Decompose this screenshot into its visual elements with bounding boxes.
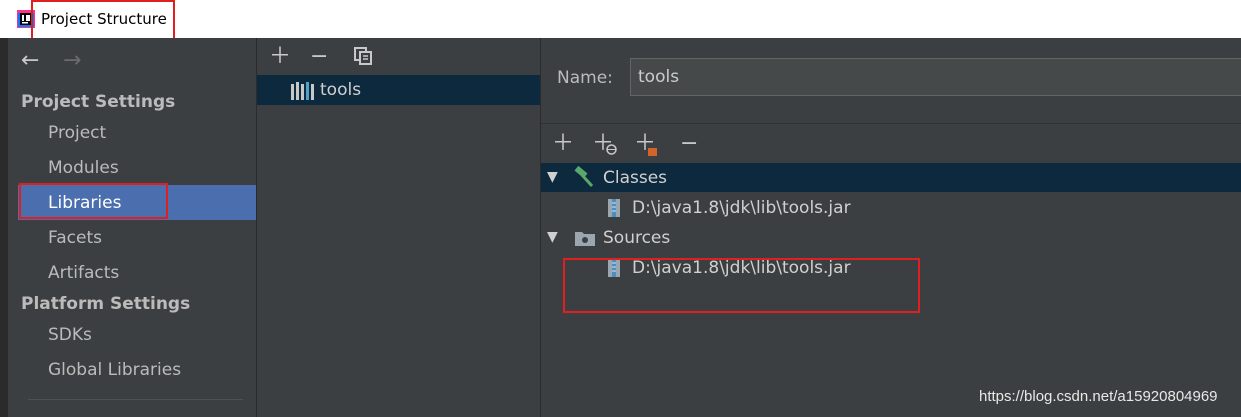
title-highlight-box (31, 0, 175, 43)
classes-expand-toggle-icon[interactable]: ▼ (547, 169, 558, 185)
title-bar: Project Structure (0, 0, 1241, 38)
libraries-highlight-box (19, 183, 168, 219)
watermark-url: https://blog.csdn.net/a15920804969 (979, 388, 1218, 405)
section-heading-project-settings: Project Settings (21, 92, 176, 112)
add-jar-icon[interactable]: ＋ (634, 133, 662, 157)
section-heading-platform-settings: Platform Settings (21, 294, 191, 314)
hammer-icon (574, 166, 594, 188)
libraries-panel: ＋ − tools (257, 38, 540, 417)
copy-library-icon[interactable] (353, 46, 373, 66)
jar-file-icon (608, 199, 620, 217)
settings-sidebar: ← → Project Settings Project Modules Lib… (8, 38, 256, 417)
classes-node-label[interactable]: Classes (603, 168, 667, 188)
library-icon (291, 82, 314, 100)
name-label: Name: (557, 68, 613, 88)
sidebar-item-facets[interactable]: Facets (48, 228, 102, 248)
sidebar-item-global-libraries[interactable]: Global Libraries (48, 360, 181, 380)
details-separator (541, 123, 1241, 124)
library-item-tools[interactable]: tools (320, 80, 361, 100)
library-name-input[interactable] (630, 58, 1241, 96)
add-library-plus-icon[interactable]: ＋ (269, 46, 291, 68)
sidebar-item-sdks[interactable]: SDKs (48, 325, 92, 345)
classes-entry-path[interactable]: D:\java1.8\jdk\lib\tools.jar (632, 198, 851, 218)
editor-edge-strip (0, 38, 8, 417)
forward-arrow-icon[interactable]: → (63, 48, 81, 73)
sources-node-label[interactable]: Sources (603, 228, 670, 248)
sidebar-item-project[interactable]: Project (48, 123, 106, 143)
sidebar-item-artifacts[interactable]: Artifacts (48, 263, 119, 283)
folder-icon (575, 232, 595, 246)
sources-highlight-box (563, 258, 920, 313)
sources-expand-toggle-icon[interactable]: ▼ (547, 229, 558, 245)
add-url-icon[interactable]: ＋ (592, 133, 620, 157)
add-root-plus-icon[interactable]: ＋ (552, 133, 574, 155)
remove-root-minus-icon[interactable]: − (680, 133, 698, 155)
sidebar-bottom-divider (28, 399, 243, 400)
sidebar-item-modules[interactable]: Modules (48, 158, 119, 178)
remove-library-minus-icon[interactable]: − (310, 46, 328, 68)
library-details-panel: Name: ＋ ＋ ＋ − ▼ Classes D:\java1.8\jdk\l… (541, 38, 1241, 417)
back-arrow-icon[interactable]: ← (21, 48, 39, 73)
